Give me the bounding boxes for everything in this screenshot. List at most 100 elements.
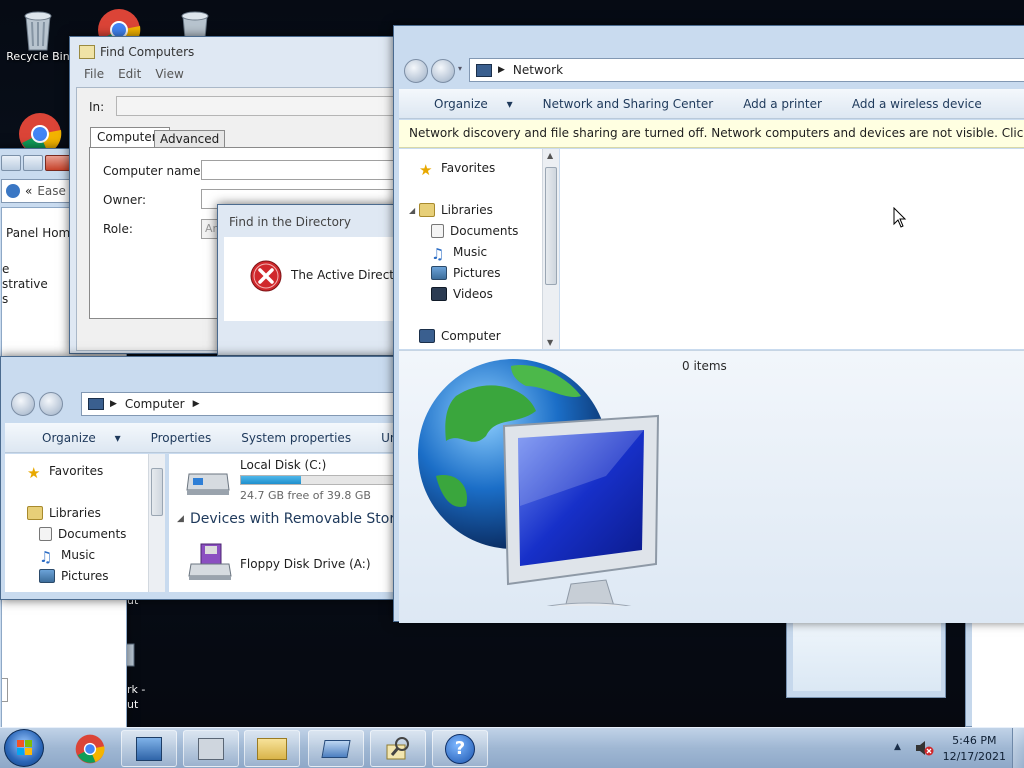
floppy-icon[interactable] — [187, 542, 233, 582]
nav-libraries[interactable]: Libraries — [27, 506, 101, 520]
tab-advanced[interactable]: Advanced — [154, 130, 226, 148]
organize-menu[interactable]: Organize ▾ — [5, 431, 136, 445]
pictures-icon — [431, 266, 447, 280]
cp-link[interactable]: s — [2, 292, 8, 306]
breadcrumb-overflow[interactable]: « — [25, 184, 32, 198]
network-sharing-center-button[interactable]: Network and Sharing Center — [528, 97, 729, 111]
add-printer-button[interactable]: Add a printer — [728, 97, 837, 111]
organize-menu[interactable]: Organize ▾ — [399, 97, 528, 111]
address-text[interactable]: Computer — [125, 397, 185, 411]
info-bar[interactable]: Network discovery and file sharing are t… — [399, 120, 1024, 148]
add-wireless-device-button[interactable]: Add a wireless device — [837, 97, 997, 111]
nav-libraries[interactable]: Libraries — [419, 203, 493, 217]
nav-favorites[interactable]: ★ Favorites — [27, 464, 103, 482]
nav-documents[interactable]: Documents — [431, 224, 518, 238]
back-button[interactable] — [404, 59, 428, 83]
menu-view[interactable]: View — [155, 67, 183, 81]
find-computers-icon — [198, 737, 224, 760]
taskbar-dialog[interactable] — [308, 730, 364, 767]
volume-muted-icon[interactable] — [914, 739, 934, 757]
error-message: The Active Director — [291, 268, 407, 282]
minimize-button[interactable] — [1, 155, 21, 171]
libraries-icon — [419, 203, 435, 217]
command-bar: Organize ▾ Properties System properties … — [5, 423, 460, 453]
error-icon — [250, 260, 282, 292]
menu-edit[interactable]: Edit — [118, 67, 141, 81]
properties-button[interactable]: Properties — [136, 431, 227, 445]
breadcrumb[interactable]: Ease — [37, 184, 66, 198]
nav-videos[interactable]: Videos — [431, 287, 493, 301]
history-dropdown-icon[interactable]: ▾ — [458, 64, 462, 73]
scroll-down-icon[interactable]: ▼ — [547, 338, 553, 347]
back-icon[interactable] — [6, 184, 20, 198]
address-bar[interactable]: ▶ Computer ▶ — [81, 392, 400, 416]
close-button[interactable] — [45, 155, 71, 171]
content-pane[interactable] — [560, 149, 1024, 349]
menu-file[interactable]: File — [84, 67, 104, 81]
taskbar-find-computers[interactable] — [183, 730, 239, 767]
system-properties-button[interactable]: System properties — [226, 431, 366, 445]
clock-date: 12/17/2021 — [942, 750, 1006, 763]
drive-name[interactable]: Local Disk (C:) — [240, 458, 326, 472]
cp-link[interactable]: e — [2, 262, 9, 276]
desktop-icon-recycle-bin[interactable]: Recycle Bin — [0, 8, 76, 63]
scrollbar-thumb[interactable] — [545, 167, 557, 285]
address-text[interactable]: Network — [513, 63, 563, 77]
back-button[interactable] — [11, 392, 35, 416]
forward-button[interactable] — [431, 59, 455, 83]
navigation-pane: ★ Favorites ◢ Libraries Documents ♫ Music … — [399, 149, 559, 349]
search-icon — [386, 736, 409, 759]
scroll-up-icon[interactable]: ▲ — [547, 151, 553, 160]
hard-drive-icon[interactable] — [185, 466, 231, 496]
network-window[interactable]: ▾ ▶ Network Organize ▾ Network and Shari… — [393, 25, 1024, 630]
videos-icon — [431, 287, 447, 301]
recycle-bin-icon — [18, 8, 58, 51]
pictures-icon — [39, 569, 55, 583]
scrollbar-thumb[interactable] — [151, 468, 163, 516]
windows-logo-icon — [17, 740, 32, 755]
window-title: Find Computers — [100, 45, 195, 59]
find-computers-icon — [79, 45, 95, 59]
find-in-directory-dialog[interactable]: Find in the Directory The Active Directo… — [217, 204, 406, 356]
show-desktop-button[interactable] — [1012, 728, 1024, 768]
breadcrumb-separator: ▶ — [110, 399, 117, 409]
nav-scrollbar[interactable] — [148, 454, 165, 592]
folder-icon — [257, 737, 287, 760]
computer-name-field[interactable] — [201, 160, 400, 180]
taskbar-help[interactable]: ? — [432, 730, 488, 767]
show-hidden-icons[interactable]: ▲ — [894, 742, 901, 752]
address-bar[interactable]: ▶ Network — [469, 58, 1024, 82]
system-clock[interactable]: 5:46 PM 12/17/2021 — [943, 733, 1006, 765]
expand-icon[interactable]: ◢ — [409, 206, 415, 215]
taskbar-chrome[interactable] — [62, 730, 118, 767]
nav-music[interactable]: ♫ Music — [39, 548, 95, 566]
cp-button-fragment[interactable] — [2, 678, 8, 702]
taskbar-control-panel[interactable] — [121, 730, 177, 767]
desktop-icon-label: Recycle Bin — [6, 50, 70, 63]
in-field[interactable] — [116, 96, 400, 116]
group-header[interactable]: Devices with Removable Storag — [190, 511, 413, 527]
maximize-button[interactable] — [23, 155, 43, 171]
forward-button[interactable] — [39, 392, 63, 416]
role-label: Role: — [103, 222, 133, 236]
nav-music[interactable]: ♫ Music — [431, 245, 487, 263]
nav-favorites[interactable]: ★ Favorites — [419, 161, 495, 179]
floppy-name[interactable]: Floppy Disk Drive (A:) — [240, 557, 371, 571]
computer-window[interactable]: ▶ Computer ▶ Organize ▾ Properties Syste… — [0, 356, 460, 600]
cp-link-home[interactable]: Panel Home — [6, 226, 78, 240]
cp-link[interactable]: strative — [2, 277, 48, 291]
network-globe-icon — [416, 356, 666, 630]
nav-pictures[interactable]: Pictures — [39, 569, 109, 583]
nav-documents[interactable]: Documents — [39, 527, 126, 541]
group-collapse-icon[interactable]: ◢ — [177, 514, 184, 524]
taskbar-search[interactable] — [370, 730, 426, 767]
computer-name-label: Computer name: — [103, 164, 205, 178]
drive-usage-fill — [241, 476, 302, 484]
in-label: In: — [89, 100, 105, 114]
start-button[interactable] — [4, 729, 44, 767]
nav-pictures[interactable]: Pictures — [431, 266, 501, 280]
taskbar-explorer[interactable] — [244, 730, 300, 767]
nav-computer[interactable]: Computer — [419, 329, 501, 343]
computer-icon — [419, 329, 435, 343]
nav-scrollbar[interactable]: ▲ ▼ — [542, 149, 559, 349]
